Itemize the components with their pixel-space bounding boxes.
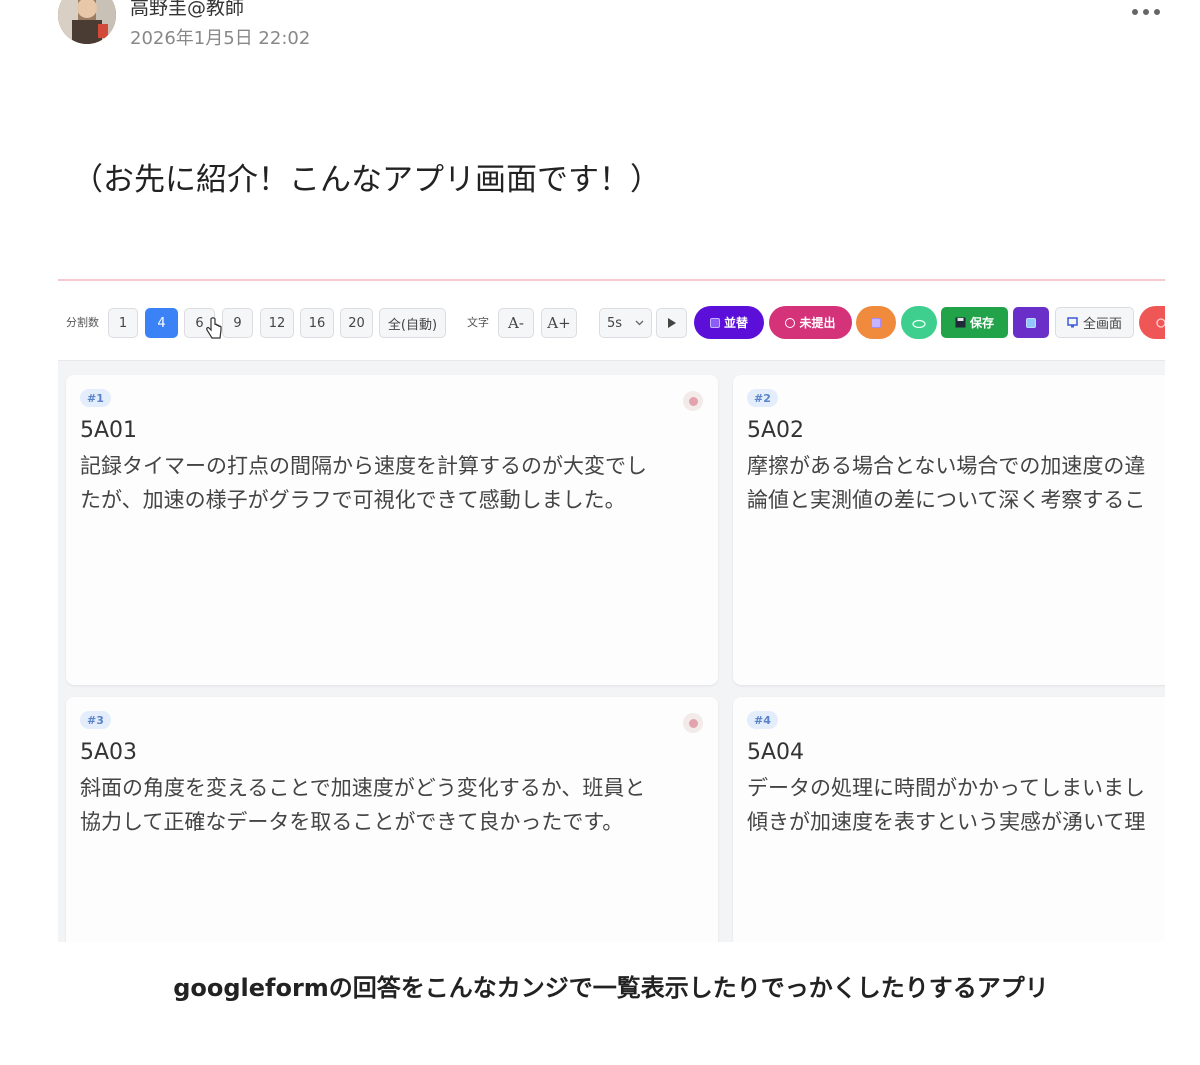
app-screenshot: 分割数 1 4 6 9 12 16 20 全(自動) 文字 A- A+ 5s 並… bbox=[58, 279, 1165, 942]
hand-cursor-icon bbox=[206, 317, 222, 339]
card-response-text: 斜面の角度を変えることで加速度がどう変化するか、班員と 協力して正確なデータを取… bbox=[80, 776, 646, 834]
split-count-label: 分割数 bbox=[66, 316, 99, 329]
card-student-id: 5A03 bbox=[80, 740, 138, 765]
app-button[interactable] bbox=[1013, 307, 1049, 338]
sort-label: 並替 bbox=[723, 316, 748, 330]
sort-icon bbox=[709, 317, 720, 328]
post-intro-text: （お先に紹介！こんなアプリ画面です！） bbox=[72, 162, 661, 198]
split-option-1[interactable]: 1 bbox=[108, 308, 138, 338]
floppy-icon bbox=[955, 317, 966, 328]
unsubmitted-button[interactable]: 未提出 bbox=[769, 306, 852, 339]
app-icon bbox=[1026, 317, 1036, 328]
author-name[interactable]: 高野圭@教師 bbox=[130, 0, 244, 20]
fullscreen-button[interactable]: 全画面 bbox=[1055, 307, 1134, 338]
reset-button[interactable] bbox=[1139, 306, 1165, 339]
app-toolbar: 分割数 1 4 6 9 12 16 20 全(自動) 文字 A- A+ 5s 並… bbox=[58, 281, 1165, 361]
image-caption: googleformの回答をこんなカンジで一覧表示したりでっかくしたりするアプリ bbox=[173, 974, 1049, 1002]
save-button[interactable]: 保存 bbox=[941, 307, 1008, 338]
response-card[interactable]: #3 5A03 斜面の角度を変えることで加速度がどう変化するか、班員と 協力して… bbox=[66, 697, 718, 942]
fullscreen-label: 全画面 bbox=[1082, 317, 1122, 332]
text-size-label: 文字 bbox=[467, 316, 489, 329]
shuffle-button[interactable] bbox=[856, 306, 896, 339]
card-marker-icon[interactable] bbox=[683, 713, 703, 733]
card-student-id: 5A04 bbox=[747, 740, 805, 765]
response-card[interactable]: #2 5A02 摩擦がある場合とない場合での加速度の違 論値と実測値の差について… bbox=[733, 375, 1165, 685]
play-button[interactable] bbox=[656, 308, 687, 338]
card-student-id: 5A01 bbox=[80, 418, 138, 443]
card-response-text: 摩擦がある場合とない場合での加速度の違 論値と実測値の差について深く考察するこ bbox=[747, 454, 1146, 512]
shuffle-icon bbox=[871, 317, 881, 328]
card-number-badge: #3 bbox=[80, 711, 111, 729]
chevron-down-icon bbox=[635, 320, 644, 326]
fullscreen-icon bbox=[1067, 317, 1078, 328]
cloud-icon bbox=[912, 319, 926, 328]
save-label: 保存 bbox=[969, 316, 994, 330]
split-option-16[interactable]: 16 bbox=[300, 308, 334, 338]
card-number-badge: #1 bbox=[80, 389, 111, 407]
interval-select[interactable]: 5s bbox=[599, 308, 652, 338]
font-decrease-button[interactable]: A- bbox=[498, 308, 534, 338]
cloud-button[interactable] bbox=[901, 306, 937, 339]
card-student-id: 5A02 bbox=[747, 418, 805, 443]
response-card[interactable]: #4 5A04 データの処理に時間がかかってしまいまし 傾きが加速度を表すという… bbox=[733, 697, 1165, 942]
card-response-text: データの処理に時間がかかってしまいまし 傾きが加速度を表すという実感が湧いて理 bbox=[747, 776, 1146, 834]
interval-value: 5s bbox=[607, 315, 623, 331]
card-number-badge: #2 bbox=[747, 389, 778, 407]
post-timestamp[interactable]: 2026年1月5日 22:02 bbox=[130, 27, 310, 51]
reset-icon bbox=[1156, 317, 1165, 328]
card-response-text: 記録タイマーの打点の間隔から速度を計算するのが大変でし たが、加速の様子がグラフ… bbox=[80, 454, 647, 512]
split-option-4[interactable]: 4 bbox=[145, 308, 178, 338]
sort-button[interactable]: 並替 bbox=[694, 306, 764, 339]
split-option-auto[interactable]: 全(自動) bbox=[379, 308, 446, 338]
font-increase-button[interactable]: A+ bbox=[541, 308, 577, 338]
card-marker-icon[interactable] bbox=[683, 391, 703, 411]
split-option-20[interactable]: 20 bbox=[340, 308, 373, 338]
split-option-9[interactable]: 9 bbox=[222, 308, 253, 338]
unsubmitted-label: 未提出 bbox=[799, 316, 836, 330]
response-card[interactable]: #1 5A01 記録タイマーの打点の間隔から速度を計算するのが大変でし たが、加… bbox=[66, 375, 718, 685]
person-icon bbox=[785, 317, 796, 328]
card-number-badge: #4 bbox=[747, 711, 778, 729]
more-options-icon[interactable] bbox=[1126, 4, 1166, 20]
play-icon bbox=[667, 318, 676, 328]
split-option-12[interactable]: 12 bbox=[260, 308, 294, 338]
author-avatar[interactable] bbox=[58, 0, 116, 44]
